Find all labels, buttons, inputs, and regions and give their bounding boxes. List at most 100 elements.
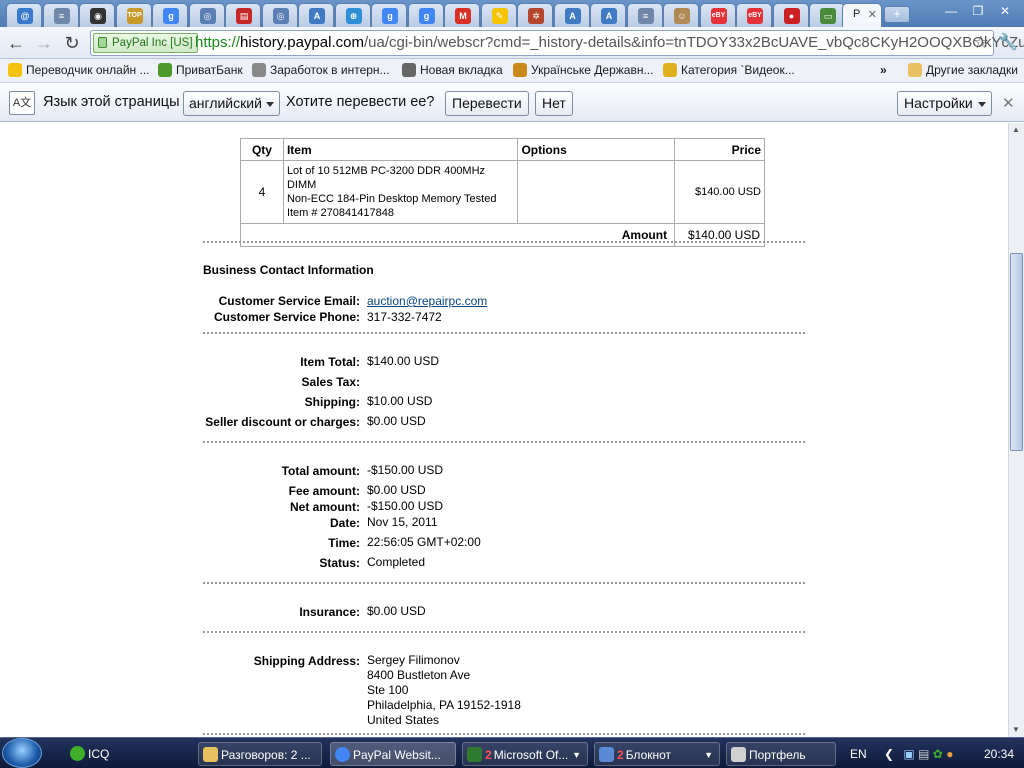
scroll-up-icon[interactable]: ▲ [1012, 125, 1020, 134]
close-tab-icon[interactable]: ✕ [868, 8, 877, 21]
translate-question: Хотите перевести ее? [286, 94, 435, 110]
camera-icon: ◉ [90, 8, 106, 24]
tab[interactable]: ≡ [42, 3, 79, 27]
col-item: Item [282, 138, 519, 161]
bookmark-new-tab[interactable]: Новая вкладка [402, 63, 503, 77]
language-indicator[interactable]: EN [850, 747, 867, 761]
chrome-icon [335, 747, 350, 762]
tab[interactable]: g [371, 3, 407, 27]
translate-settings-button[interactable]: Настройки [897, 91, 992, 116]
taskbar-chrome-paypal[interactable]: PayPal Websit... [330, 742, 456, 766]
bookmark-category-video[interactable]: Категория `Видеок... [663, 63, 795, 77]
tab[interactable]: TOP [115, 3, 152, 27]
tab[interactable]: ⊕ [334, 3, 371, 27]
col-options: Options [517, 138, 676, 161]
back-icon[interactable]: ← [4, 32, 28, 54]
close-window-icon[interactable]: ✕ [992, 2, 1018, 20]
taskbar-notepad[interactable]: 2 Блокнот ▼ [594, 742, 720, 766]
bookmark-other-folder[interactable]: Другие закладки [908, 63, 1018, 77]
divider [203, 582, 805, 584]
divider [203, 241, 805, 243]
tab[interactable]: M [444, 3, 480, 27]
bookmark-star-icon[interactable]: ☆ [973, 32, 989, 53]
icq-tray-icon[interactable]: ✿ [933, 747, 943, 761]
scroll-down-icon[interactable]: ▼ [1012, 725, 1020, 734]
tab[interactable]: ≡ [626, 3, 663, 27]
translate-icon: A [564, 8, 581, 24]
bookmark-privatbank[interactable]: ПриватБанк [158, 63, 243, 77]
taskbar-icq[interactable]: ICQ [66, 742, 186, 766]
taskbar-briefcase[interactable]: Портфель [726, 742, 836, 766]
folder-icon [908, 63, 922, 77]
cs-email-link[interactable]: auction@repairpc.com [367, 294, 487, 308]
globe-icon: ◎ [272, 8, 289, 24]
tab[interactable]: @ [6, 3, 42, 27]
tab[interactable]: g [407, 3, 444, 27]
new-tab-button[interactable]: + [884, 6, 910, 23]
tab[interactable]: ▤ [225, 3, 261, 27]
forward-icon[interactable]: → [32, 32, 56, 54]
shipping-address: Sergey Filimonov 8400 Bustleton Ave Ste … [367, 653, 521, 727]
url-text[interactable]: https://history.paypal.com/ua/cgi-bin/we… [195, 34, 1024, 51]
row-qty: 4 [240, 160, 284, 224]
translate-button[interactable]: Перевести [445, 91, 529, 116]
tab-paypal-active[interactable]: P ✕ [842, 3, 882, 27]
google-icon: g [163, 8, 179, 24]
tab[interactable]: ● [772, 3, 809, 27]
bookmark-ukr-state[interactable]: Українське Державн... [513, 63, 653, 77]
monitor-icon[interactable]: ▤ [918, 747, 929, 761]
page-scrollbar[interactable]: ▲ ▼ [1008, 123, 1024, 737]
tab[interactable]: eBY [699, 3, 736, 27]
tab-strip: @ ≡ ◉ TOP g ◎ ▤ ◎ A ⊕ g g M ✎ ✲ A A ≡ ☺ eBY eBY ● ▭ P ✕ + — ❐ ✕ [0, 0, 1024, 27]
maximize-icon[interactable]: ❐ [965, 2, 991, 20]
divider [203, 441, 805, 443]
tray-expand-icon[interactable]: ❮ [884, 747, 894, 761]
tab[interactable]: ✎ [480, 3, 517, 27]
google-icon: g [382, 8, 398, 24]
minimize-icon[interactable]: — [938, 2, 964, 20]
clock[interactable]: 20:34 [984, 742, 1014, 766]
row-item: Lot of 10 512MB PC-3200 DDR 400MHz DIMM … [282, 160, 519, 224]
bookmark-translator[interactable]: Переводчик онлайн ... [8, 63, 149, 77]
divider [203, 631, 805, 633]
business-contact-title: Business Contact Information [203, 263, 374, 277]
no-translate-button[interactable]: Нет [535, 91, 573, 116]
ev-certificate-badge[interactable]: PayPal Inc [US] [93, 33, 198, 53]
tab[interactable]: ▭ [809, 3, 845, 27]
table-row: 4 Lot of 10 512MB PC-3200 DDR 400MHz DIM… [240, 160, 765, 224]
browser-tray-icon[interactable]: ● [946, 747, 953, 761]
taskbar-microsoft-office[interactable]: 2 Microsoft Of... ▼ [462, 742, 588, 766]
taskbar-conversations[interactable]: Разговоров: 2 ... [198, 742, 322, 766]
bookmark-earnings[interactable]: Заработок в интерн... [252, 63, 390, 77]
wrench-icon[interactable]: 🔧 [998, 32, 1018, 52]
address-bar[interactable]: PayPal Inc [US] https://history.paypal.c… [90, 30, 1024, 56]
tab[interactable]: eBY [736, 3, 772, 27]
tab[interactable]: g [152, 3, 188, 27]
network-icon[interactable]: ▣ [903, 747, 914, 761]
tab[interactable]: ◎ [261, 3, 298, 27]
tab[interactable]: ☺ [663, 3, 699, 27]
tab[interactable]: A [553, 3, 590, 27]
pdf-icon: ▤ [236, 8, 252, 24]
scroll-thumb[interactable] [1010, 253, 1023, 451]
tab[interactable]: A [298, 3, 334, 27]
image-icon: ▭ [820, 8, 836, 24]
chevron-down-icon: ▼ [572, 750, 581, 760]
language-select[interactable]: английский [183, 91, 280, 116]
mail-icon: @ [17, 8, 33, 24]
divider [203, 332, 805, 334]
start-button[interactable] [2, 738, 42, 768]
url-path: /ua/cgi-bin/webscr?cmd=_history-details&… [363, 34, 1024, 51]
close-infobar-icon[interactable]: ✕ [1002, 94, 1015, 112]
bookmarks-overflow-icon[interactable]: » [880, 63, 887, 77]
system-tray: EN ❮ ▣ ▤ ✿ ● [850, 742, 953, 766]
tab[interactable]: ✲ [517, 3, 553, 27]
tab[interactable]: A [590, 3, 626, 27]
reload-icon[interactable]: ↻ [60, 32, 84, 54]
notepad-icon [599, 747, 614, 762]
chevron-down-icon [977, 102, 986, 111]
tab[interactable]: ◉ [79, 3, 115, 27]
items-table: Qty Item Options Price 4 Lot of 10 512MB… [239, 138, 765, 247]
lock-icon [98, 37, 107, 48]
tab[interactable]: ◎ [188, 3, 225, 27]
